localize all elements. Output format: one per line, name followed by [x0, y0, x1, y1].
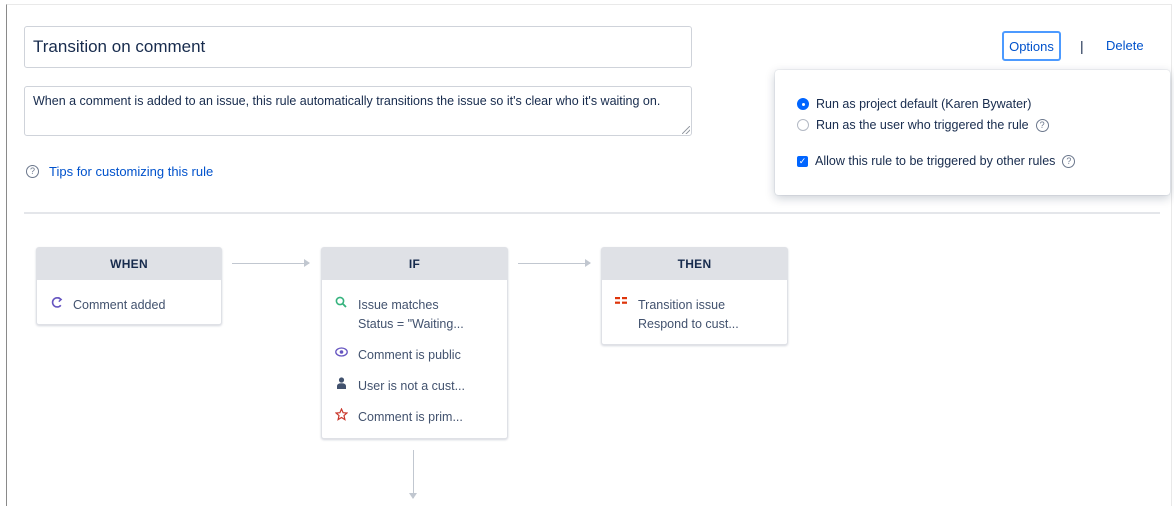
help-circle-icon: ?: [26, 165, 39, 178]
flow-arrow-if-down: [409, 450, 417, 499]
when-item[interactable]: Comment added: [49, 296, 165, 315]
flow-arrow-if-then: [518, 259, 591, 267]
when-card[interactable]: WHEN Comment added: [36, 247, 222, 325]
tips-link-label[interactable]: Tips for customizing this rule: [49, 164, 213, 179]
then-item-detail: Respond to cust...: [638, 317, 739, 331]
options-button[interactable]: Options: [1002, 31, 1061, 61]
if-card-header: IF: [322, 248, 507, 280]
then-item-transition[interactable]: Transition issue Respond to cust...: [614, 296, 739, 334]
comment-added-icon: [49, 296, 63, 315]
when-item-label: Comment added: [73, 298, 166, 312]
tips-link[interactable]: ? Tips for customizing this rule: [26, 164, 213, 179]
if-item-label: Comment is prim...: [358, 410, 463, 424]
options-panel: Run as project default (Karen Bywater) R…: [775, 70, 1170, 195]
delete-link[interactable]: Delete: [1106, 38, 1144, 53]
if-item-label: Comment is public: [358, 348, 461, 362]
help-circle-icon[interactable]: ?: [1035, 118, 1049, 132]
flow-arrow-when-if: [232, 259, 310, 267]
if-item-user-not-customer[interactable]: User is not a cust...: [334, 377, 465, 396]
star-icon: [334, 408, 348, 427]
then-card-header: THEN: [602, 248, 787, 280]
if-card[interactable]: IF Issue matches Status = "Waiting... Co…: [321, 247, 508, 439]
if-item-label: Issue matches: [358, 298, 439, 312]
run-as-default-label[interactable]: Run as project default (Karen Bywater): [816, 97, 1031, 111]
when-card-header: WHEN: [37, 248, 221, 280]
eye-icon: [334, 346, 348, 365]
if-item-label: User is not a cust...: [358, 379, 465, 393]
rule-title-input[interactable]: [24, 26, 692, 68]
transition-icon: [614, 296, 628, 334]
then-item-label: Transition issue: [638, 298, 726, 312]
if-item-detail: Status = "Waiting...: [358, 317, 464, 331]
if-item-comment-public[interactable]: Comment is public: [334, 346, 461, 365]
search-icon: [334, 296, 348, 334]
run-as-trigger-user-label[interactable]: Run as the user who triggered the rule: [816, 118, 1029, 132]
run-as-trigger-user-option[interactable]: Run as the user who triggered the rule ?: [797, 118, 1049, 132]
run-as-trigger-user-radio[interactable]: [797, 119, 809, 131]
help-circle-icon[interactable]: ?: [1062, 154, 1076, 168]
if-item-comment-primary[interactable]: Comment is prim...: [334, 408, 463, 427]
textarea-resize-handle[interactable]: [682, 126, 690, 134]
run-as-default-radio[interactable]: [797, 98, 809, 110]
user-icon: [334, 377, 348, 396]
then-card[interactable]: THEN Transition issue Respond to cust...: [601, 247, 788, 345]
action-separator: |: [1080, 38, 1084, 54]
allow-triggered-label[interactable]: Allow this rule to be triggered by other…: [815, 154, 1055, 168]
rule-description-input[interactable]: When a comment is added to an issue, thi…: [24, 86, 692, 136]
run-as-default-option[interactable]: Run as project default (Karen Bywater): [797, 97, 1031, 111]
allow-triggered-checkbox[interactable]: ✓: [797, 155, 808, 167]
section-divider: [24, 212, 1160, 214]
allow-triggered-option[interactable]: ✓ Allow this rule to be triggered by oth…: [797, 154, 1076, 168]
if-item-issue-matches[interactable]: Issue matches Status = "Waiting...: [334, 296, 464, 334]
